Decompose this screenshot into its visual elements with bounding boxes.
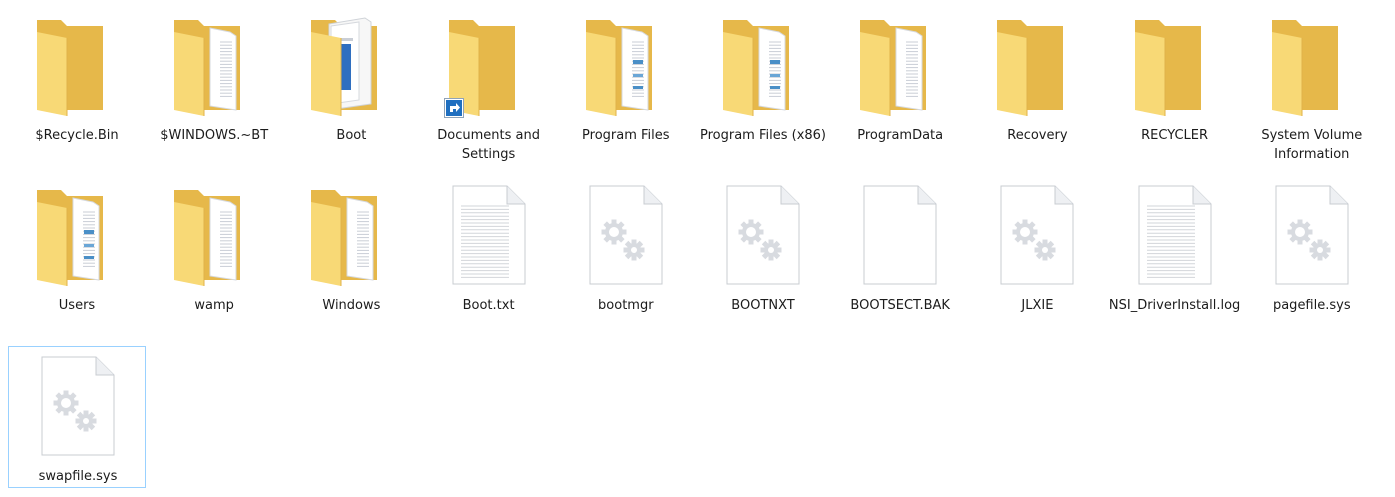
item-label: Program Files	[582, 128, 670, 143]
folder-icon	[282, 180, 420, 288]
item-label: swapfile.sys	[38, 469, 118, 484]
file-item[interactable]: bootmgr	[557, 176, 695, 318]
folder-icon	[1106, 10, 1244, 118]
folder-item[interactable]: ProgramData	[831, 6, 969, 148]
folder-icon	[8, 10, 146, 118]
folder-item[interactable]: wamp	[145, 176, 283, 318]
system-file-icon	[1243, 180, 1381, 288]
item-label: ProgramData	[857, 128, 944, 143]
item-label: System Volume Information	[1261, 128, 1363, 162]
folder-icon	[282, 10, 420, 118]
file-item[interactable]: swapfile.sys	[8, 346, 146, 488]
item-label: Boot	[336, 128, 367, 143]
item-label: BOOTSECT.BAK	[850, 298, 950, 313]
folder-item[interactable]: RECYCLER	[1106, 6, 1244, 148]
folder-item[interactable]: $Recycle.Bin	[8, 6, 146, 148]
folder-item[interactable]: Documents and Settings	[420, 6, 558, 162]
folder-icon	[145, 10, 283, 118]
file-item[interactable]: NSI_DriverInstall.log	[1106, 176, 1244, 318]
folder-item[interactable]: Program Files (x86)	[694, 6, 832, 148]
item-label: bootmgr	[598, 298, 654, 313]
folder-item[interactable]: Recovery	[968, 6, 1106, 148]
item-label: Recovery	[1007, 128, 1068, 143]
blank-file-icon	[831, 180, 969, 288]
folder-item[interactable]: Program Files	[557, 6, 695, 148]
folder-icon	[557, 10, 695, 118]
system-file-icon	[694, 180, 832, 288]
folder-icon	[968, 10, 1106, 118]
system-file-icon	[9, 351, 147, 459]
system-file-icon	[557, 180, 695, 288]
folder-icon	[420, 10, 558, 118]
text-file-icon	[1106, 180, 1244, 288]
folder-icon	[145, 180, 283, 288]
folder-item[interactable]: Boot	[282, 6, 420, 148]
folder-icon	[1243, 10, 1381, 118]
folder-icon	[8, 180, 146, 288]
folder-item[interactable]: System Volume Information	[1243, 6, 1381, 162]
file-item[interactable]: BOOTSECT.BAK	[831, 176, 969, 318]
system-file-icon	[968, 180, 1106, 288]
shortcut-arrow-icon	[443, 98, 464, 118]
item-label: pagefile.sys	[1272, 298, 1351, 313]
item-label: Users	[58, 298, 96, 313]
item-label: Boot.txt	[462, 298, 515, 313]
item-label: $WINDOWS.~BT	[160, 128, 269, 143]
item-label: NSI_DriverInstall.log	[1108, 298, 1241, 313]
item-label: RECYCLER	[1141, 128, 1209, 143]
folder-item[interactable]: Windows	[282, 176, 420, 318]
text-file-icon	[420, 180, 558, 288]
file-item[interactable]: Boot.txt	[420, 176, 558, 318]
item-label: Documents and Settings	[437, 128, 540, 162]
item-label: $Recycle.Bin	[35, 128, 119, 143]
folder-icon	[831, 10, 969, 118]
file-item[interactable]: pagefile.sys	[1243, 176, 1381, 318]
folder-item[interactable]: Users	[8, 176, 146, 318]
file-item[interactable]: BOOTNXT	[694, 176, 832, 318]
folder-item[interactable]: $WINDOWS.~BT	[145, 6, 283, 148]
file-item[interactable]: JLXIE	[968, 176, 1106, 318]
folder-icon	[694, 10, 832, 118]
item-label: Windows	[322, 298, 381, 313]
item-label: Program Files (x86)	[699, 128, 827, 143]
item-label: wamp	[194, 298, 234, 313]
item-label: BOOTNXT	[731, 298, 795, 313]
item-label: JLXIE	[1021, 298, 1054, 313]
